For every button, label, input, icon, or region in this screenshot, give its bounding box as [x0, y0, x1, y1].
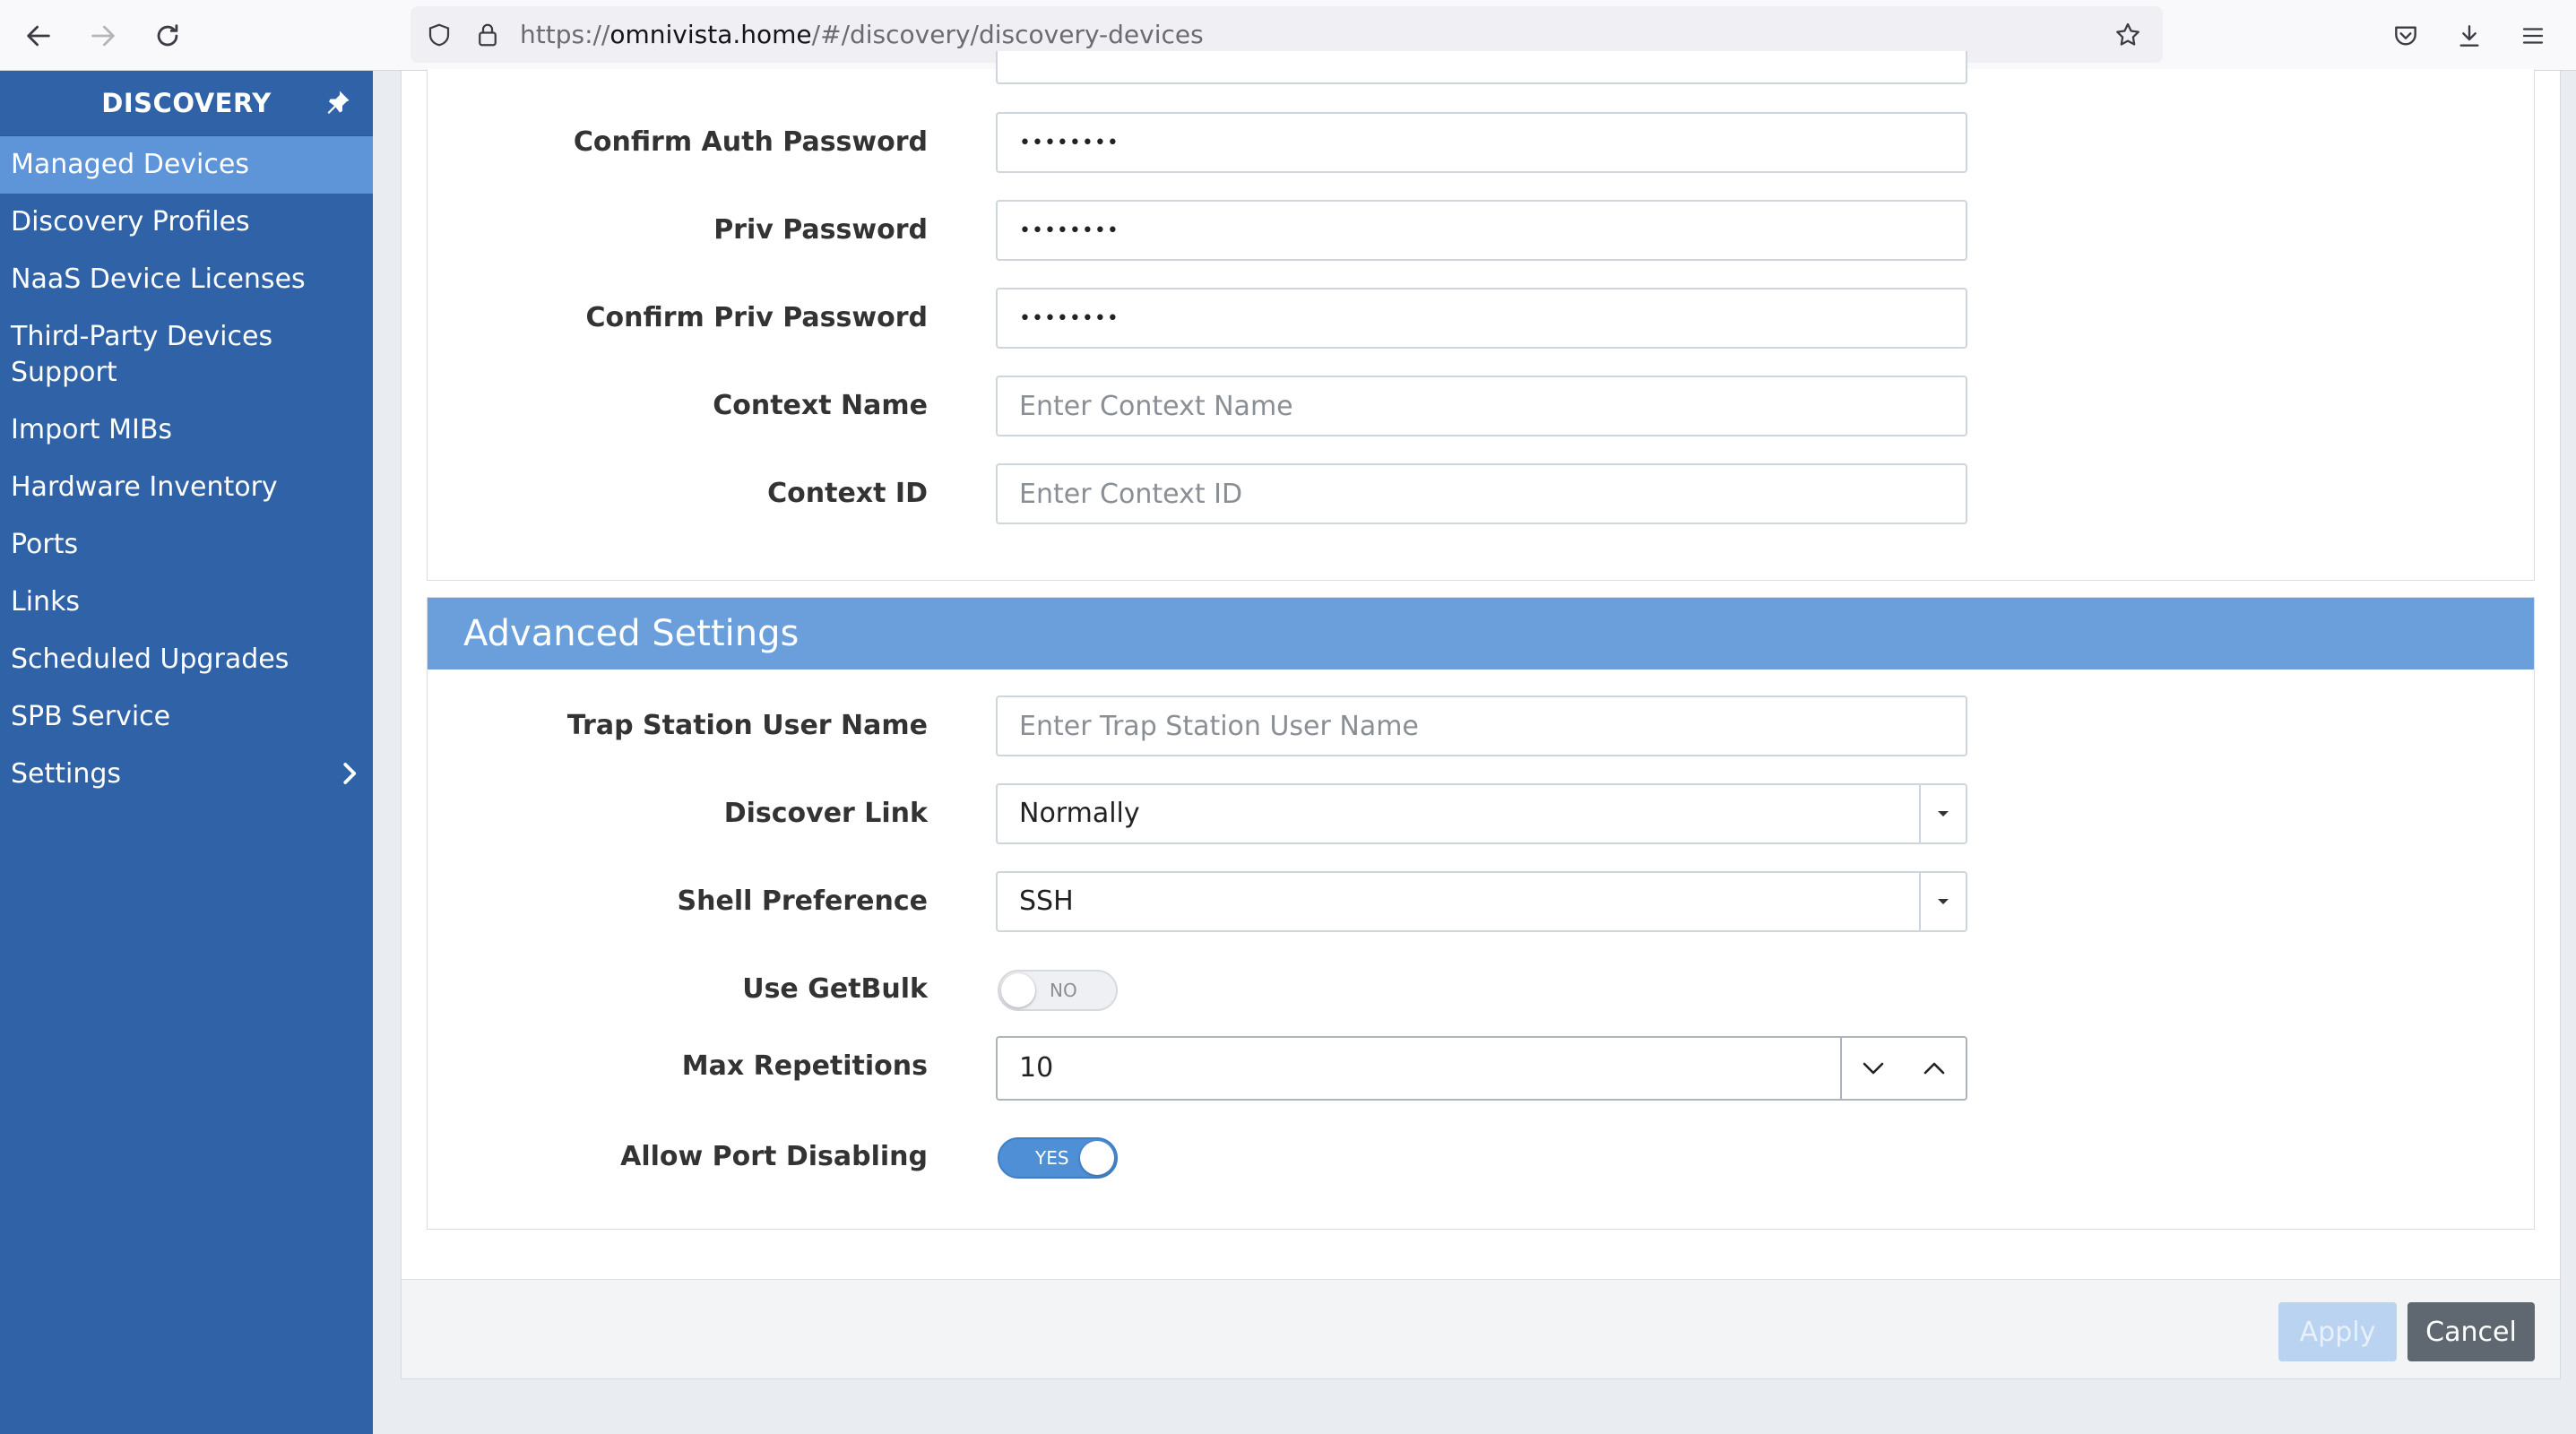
sidebar-item-label: Settings — [11, 758, 122, 790]
caret-down-icon[interactable] — [1919, 785, 1966, 842]
menu-icon[interactable] — [2510, 13, 2556, 59]
priv-password-row: Priv Password — [428, 200, 2534, 261]
context-id-row: Context ID — [428, 463, 2534, 524]
trap-station-user-name-label: Trap Station User Name — [566, 710, 928, 741]
sidebar-item-import-mibs[interactable]: Import MIBs — [0, 402, 373, 459]
allow-port-disabling-label: Allow Port Disabling — [620, 1141, 928, 1172]
lock-icon[interactable] — [470, 17, 506, 53]
pin-icon[interactable] — [321, 87, 353, 119]
bookmark-star-icon[interactable] — [2110, 17, 2146, 53]
discover-link-select[interactable]: Normally — [996, 783, 1967, 844]
sidebar-item-ports[interactable]: Ports — [0, 516, 373, 574]
back-icon[interactable] — [15, 13, 62, 59]
use-getbulk-toggle[interactable]: NO — [998, 970, 1118, 1011]
url-path: /#/discovery/discovery-devices — [811, 20, 1204, 49]
confirm-priv-password-label: Confirm Priv Password — [585, 302, 928, 333]
discover-link-value: Normally — [1019, 798, 1140, 829]
confirm-auth-password-input[interactable] — [996, 112, 1967, 173]
chevron-right-icon — [335, 760, 362, 787]
sidebar-header: DISCOVERY — [0, 71, 373, 136]
toggle-knob — [1001, 973, 1035, 1007]
content-panel: Confirm Auth Password Priv Password Conf… — [401, 51, 2561, 1379]
priv-password-input[interactable] — [996, 200, 1967, 261]
apply-button[interactable]: Apply — [2278, 1302, 2397, 1361]
confirm-priv-password-input[interactable] — [996, 288, 1967, 349]
shell-preference-label: Shell Preference — [677, 885, 928, 917]
context-name-input[interactable] — [996, 376, 1967, 436]
context-id-input[interactable] — [996, 463, 1967, 524]
snmp-credentials-section: Confirm Auth Password Priv Password Conf… — [427, 51, 2535, 581]
toggle-state-text: NO — [1050, 980, 1077, 1001]
sidebar-item-naas-device-licenses[interactable]: NaaS Device Licenses — [0, 251, 373, 308]
sidebar-item-scheduled-upgrades[interactable]: Scheduled Upgrades — [0, 631, 373, 688]
sidebar-item-links[interactable]: Links — [0, 574, 373, 631]
form-footer: Apply Cancel — [402, 1279, 2560, 1378]
discover-link-label: Discover Link — [723, 798, 928, 829]
toggle-state-text: YES — [1035, 1147, 1069, 1169]
url-scheme: https:// — [520, 20, 610, 49]
advanced-settings-section: Advanced Settings Trap Station User Name… — [427, 597, 2535, 1230]
shell-preference-row: Shell Preference SSH — [428, 871, 2534, 932]
auth-password-input-partial[interactable] — [996, 51, 1967, 84]
reload-icon[interactable] — [144, 13, 191, 59]
allow-port-disabling-toggle[interactable]: YES — [998, 1137, 1118, 1179]
max-repetitions-row: Max Repetitions 10 — [428, 1036, 2534, 1101]
confirm-auth-password-row: Confirm Auth Password — [428, 112, 2534, 173]
sidebar-item-managed-devices[interactable]: Managed Devices — [0, 136, 373, 194]
trap-station-user-name-row: Trap Station User Name — [428, 695, 2534, 756]
max-repetitions-label: Max Repetitions — [681, 1050, 928, 1082]
context-id-label: Context ID — [767, 478, 928, 509]
allow-port-disabling-row: Allow Port Disabling YES — [428, 1127, 2534, 1188]
shell-preference-select[interactable]: SSH — [996, 871, 1967, 932]
trap-station-user-name-input[interactable] — [996, 695, 1967, 756]
sidebar: DISCOVERY Managed Devices Discovery Prof… — [0, 71, 373, 1434]
max-repetitions-value[interactable]: 10 — [1019, 1038, 1053, 1099]
confirm-priv-password-row: Confirm Priv Password — [428, 288, 2534, 349]
chevron-up-icon[interactable] — [1903, 1038, 1966, 1099]
pocket-icon[interactable] — [2382, 13, 2429, 59]
sidebar-item-third-party-devices-support[interactable]: Third-Party Devices Support — [0, 308, 305, 402]
confirm-auth-password-label: Confirm Auth Password — [573, 126, 928, 158]
sidebar-item-spb-service[interactable]: SPB Service — [0, 688, 373, 746]
context-name-label: Context Name — [713, 390, 928, 421]
priv-password-label: Priv Password — [713, 214, 928, 246]
toggle-knob — [1080, 1141, 1114, 1175]
use-getbulk-label: Use GetBulk — [742, 973, 928, 1005]
url-host: omnivista.home — [609, 20, 812, 49]
sidebar-item-discovery-profiles[interactable]: Discovery Profiles — [0, 194, 373, 251]
caret-down-icon[interactable] — [1919, 873, 1966, 930]
shield-icon[interactable] — [421, 17, 457, 53]
download-icon[interactable] — [2446, 13, 2493, 59]
advanced-settings-header: Advanced Settings — [428, 598, 2534, 669]
chevron-down-icon[interactable] — [1842, 1038, 1905, 1099]
max-repetitions-stepper[interactable]: 10 — [996, 1036, 1967, 1101]
cancel-button[interactable]: Cancel — [2407, 1302, 2535, 1361]
shell-preference-value: SSH — [1019, 885, 1074, 917]
sidebar-item-hardware-inventory[interactable]: Hardware Inventory — [0, 459, 373, 516]
sidebar-item-settings[interactable]: Settings — [0, 746, 373, 803]
forward-icon[interactable] — [80, 13, 126, 59]
context-name-row: Context Name — [428, 376, 2534, 436]
use-getbulk-row: Use GetBulk NO — [428, 959, 2534, 1020]
discover-link-row: Discover Link Normally — [428, 783, 2534, 844]
sidebar-title: DISCOVERY — [101, 88, 272, 118]
